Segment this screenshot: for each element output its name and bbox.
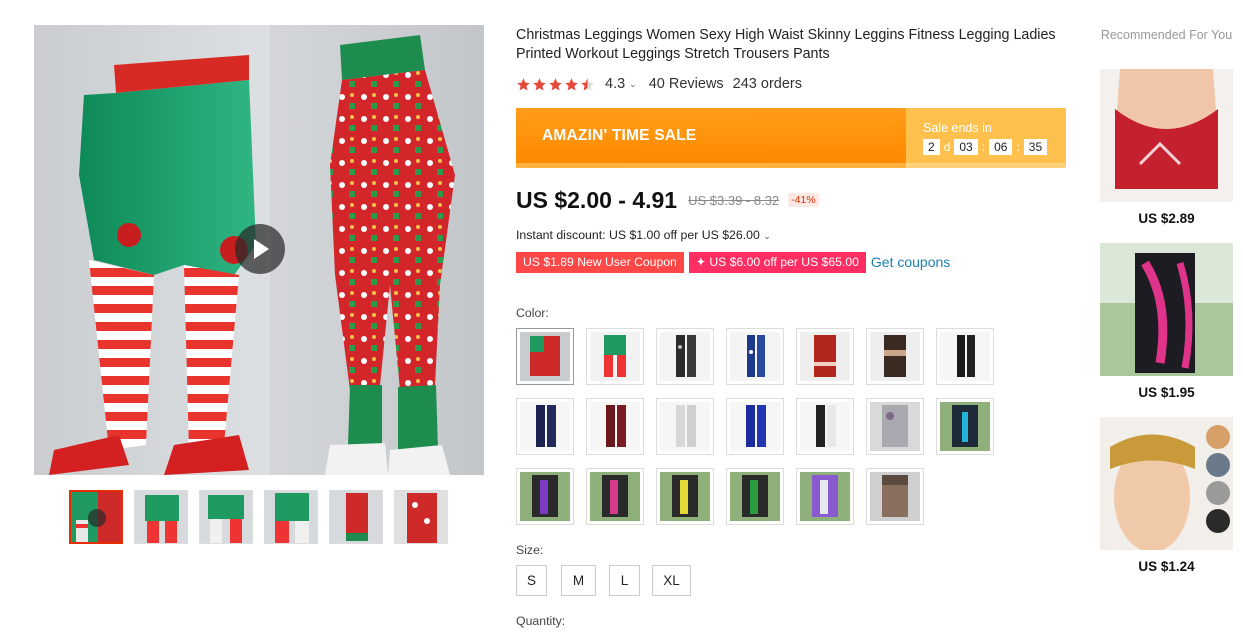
chevron-down-icon: ⌄	[763, 231, 771, 241]
star-icon	[565, 77, 578, 90]
product-title: Christmas Leggings Women Sexy High Waist…	[516, 27, 1056, 62]
color-swatch[interactable]	[866, 468, 924, 525]
quantity-label: Quantity:	[516, 614, 566, 628]
countdown-separator: :	[981, 140, 986, 154]
countdown-timer: 2 d 03 : 06 : 35	[923, 139, 1066, 155]
original-price: US $3.39 - 8.32	[688, 192, 780, 208]
sale-banner: AMAZIN' TIME SALE Sale ends in 2 d 03 : …	[516, 108, 1066, 168]
video-play-button[interactable]	[235, 224, 285, 274]
orders-count: 243 orders	[732, 76, 802, 92]
countdown-days: 2	[923, 139, 940, 155]
color-swatch[interactable]	[726, 468, 784, 525]
color-swatch[interactable]	[936, 398, 994, 455]
star-icon	[549, 77, 562, 90]
thumbnail-1[interactable]	[69, 490, 123, 544]
thumbnail-6[interactable]	[394, 490, 448, 544]
recommended-item-price[interactable]: US $1.24	[1100, 559, 1233, 574]
reviews-link[interactable]: 40 Reviews	[649, 76, 724, 92]
color-swatch[interactable]	[516, 398, 574, 455]
sale-ends-label: Sale ends in	[923, 121, 992, 135]
countdown-hours: 03	[954, 139, 978, 155]
size-label: Size:	[516, 543, 544, 557]
recommended-item-price[interactable]: US $1.95	[1100, 385, 1233, 400]
thumbnail-play-icon	[88, 509, 106, 527]
color-swatch[interactable]	[586, 328, 644, 385]
play-icon	[254, 239, 269, 259]
new-user-coupon[interactable]: US $1.89 New User Coupon	[516, 251, 684, 273]
color-swatch[interactable]	[726, 398, 784, 455]
recommended-item-price[interactable]: US $2.89	[1100, 211, 1233, 226]
color-swatch[interactable]	[586, 468, 644, 525]
size-option-s[interactable]: S	[516, 565, 547, 596]
current-price: US $2.00 - 4.91	[516, 186, 678, 213]
rating-value[interactable]: 4.3	[605, 76, 625, 92]
main-product-image[interactable]	[34, 25, 484, 475]
instant-discount-text: Instant discount: US $1.00 off per US $2…	[516, 228, 760, 242]
sale-countdown: Sale ends in 2 d 03 : 06 : 35	[906, 108, 1066, 168]
color-swatch[interactable]	[796, 398, 854, 455]
star-icon	[517, 77, 530, 90]
size-option-l[interactable]: L	[609, 565, 640, 596]
countdown-days-unit: d	[943, 140, 951, 154]
rating-row: 4.3 ⌄ 40 Reviews 243 orders	[516, 75, 802, 93]
price-row: US $2.00 - 4.91 US $3.39 - 8.32 -41%	[516, 186, 819, 214]
color-swatch[interactable]	[796, 328, 854, 385]
color-swatch[interactable]	[586, 398, 644, 455]
store-coupon[interactable]: ✦ US $6.00 off per US $65.00	[688, 251, 866, 273]
get-coupons-link[interactable]: Get coupons	[871, 254, 950, 270]
product-photo-right	[270, 25, 484, 475]
star-half-icon	[581, 77, 594, 90]
thumbnail-2[interactable]	[134, 490, 188, 544]
color-swatch[interactable]	[656, 468, 714, 525]
recommended-title: Recommended For You	[1100, 28, 1233, 42]
sale-label: AMAZIN' TIME SALE	[516, 108, 906, 168]
recommended-item-image[interactable]	[1100, 417, 1233, 550]
color-swatch[interactable]	[656, 328, 714, 385]
countdown-minutes: 06	[989, 139, 1013, 155]
coupon-row: US $1.89 New User Coupon ✦ US $6.00 off …	[516, 251, 950, 273]
thumbnail-3[interactable]	[199, 490, 253, 544]
color-swatch[interactable]	[866, 398, 924, 455]
thumbnail-5[interactable]	[329, 490, 383, 544]
color-swatch[interactable]	[796, 468, 854, 525]
color-label: Color:	[516, 306, 549, 320]
countdown-separator: :	[1016, 140, 1020, 154]
recommended-item-image[interactable]	[1100, 243, 1233, 376]
size-option-m[interactable]: M	[561, 565, 596, 596]
color-swatch[interactable]	[936, 328, 994, 385]
color-swatch[interactable]	[656, 398, 714, 455]
color-swatch[interactable]	[866, 328, 924, 385]
countdown-seconds: 35	[1023, 139, 1048, 155]
recommended-item-image[interactable]	[1100, 69, 1233, 202]
size-option-xl[interactable]: XL	[652, 565, 691, 596]
discount-badge: -41%	[788, 193, 819, 207]
chevron-down-icon[interactable]: ⌄	[629, 79, 637, 90]
color-swatch[interactable]	[516, 468, 574, 525]
thumbnail-4[interactable]	[264, 490, 318, 544]
star-icon	[533, 77, 546, 90]
color-swatch[interactable]	[726, 328, 784, 385]
color-swatch[interactable]	[516, 328, 574, 385]
star-rating[interactable]	[516, 77, 595, 92]
instant-discount[interactable]: Instant discount: US $1.00 off per US $2…	[516, 228, 771, 242]
